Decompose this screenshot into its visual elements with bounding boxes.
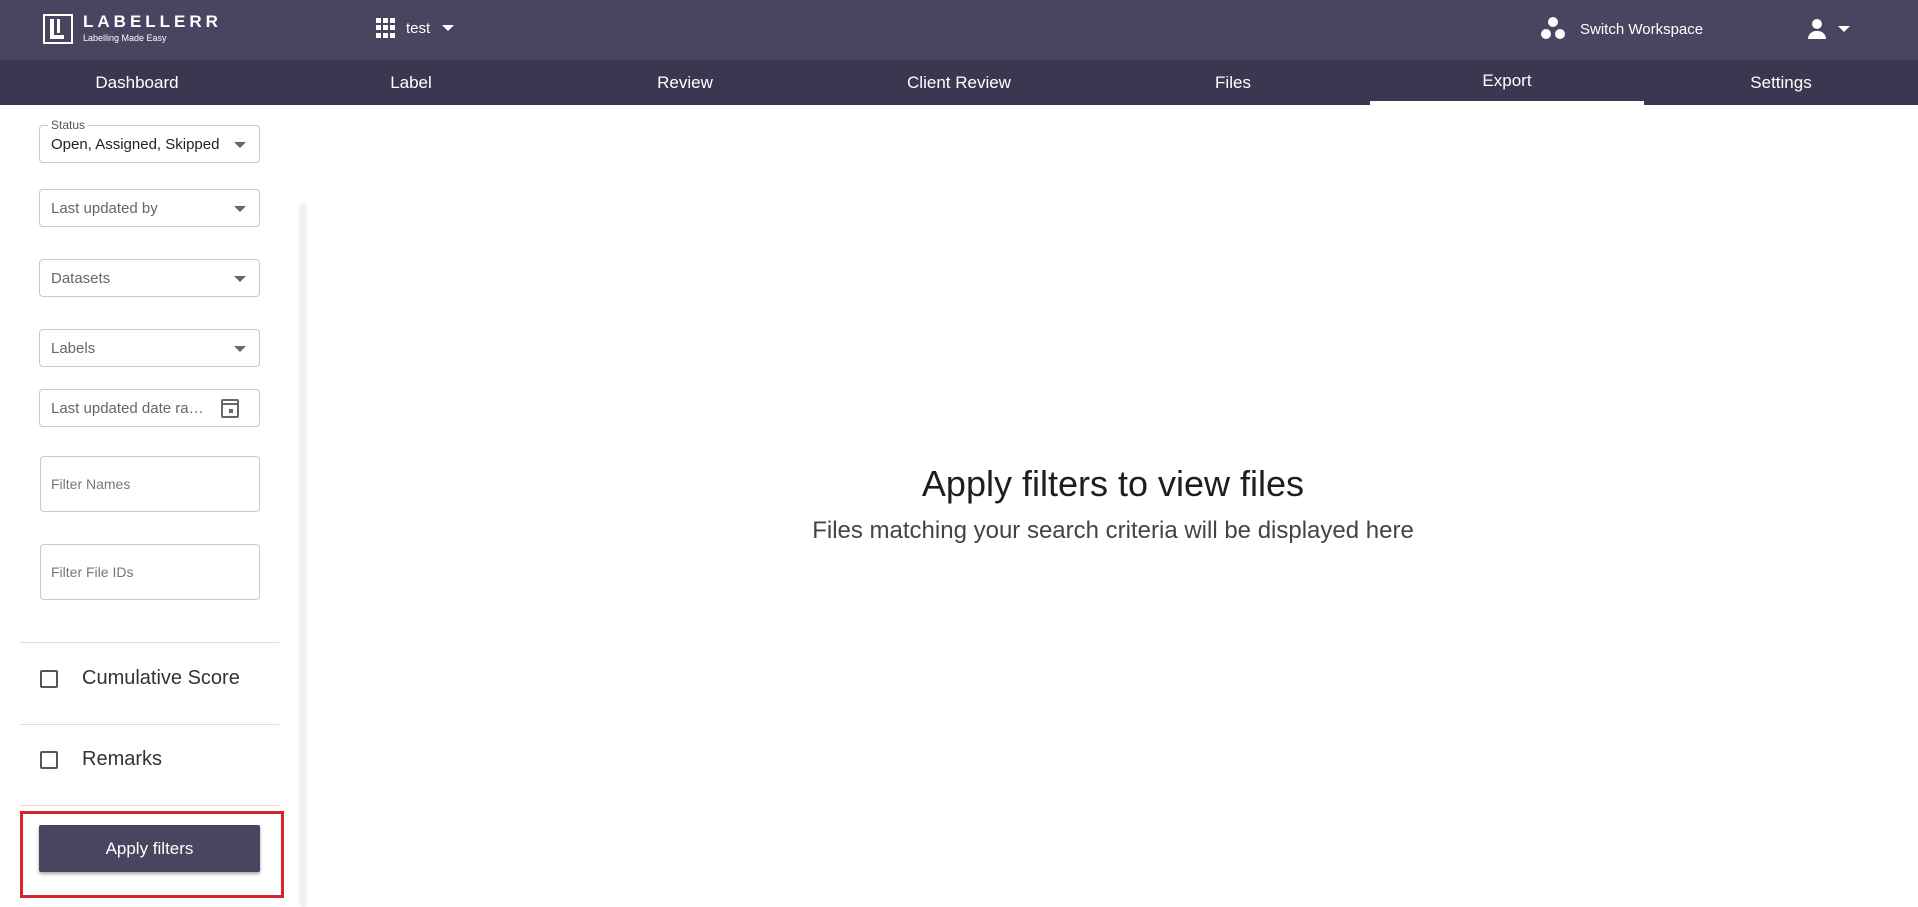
dropdown-arrow-icon: [234, 276, 246, 282]
chevron-down-icon: [1838, 26, 1850, 32]
main-nav: Dashboard Label Review Client Review Fil…: [0, 60, 1918, 105]
filter-file-ids-input[interactable]: [40, 544, 260, 600]
switch-workspace-button[interactable]: Switch Workspace: [1540, 17, 1703, 41]
divider: [20, 642, 279, 643]
cumulative-score-checkbox[interactable]: Cumulative Score: [40, 667, 240, 690]
tab-export[interactable]: Export: [1370, 60, 1644, 105]
chevron-down-icon: [442, 25, 455, 31]
logo-icon: [43, 13, 73, 44]
status-label: Status: [48, 118, 89, 132]
remarks-checkbox[interactable]: Remarks: [40, 748, 162, 771]
apply-filters-button[interactable]: Apply filters: [39, 825, 260, 872]
divider: [20, 724, 279, 725]
brand-logo[interactable]: LABELLERR Labelling Made Easy: [43, 13, 222, 44]
empty-state-subtitle: Files matching your search criteria will…: [812, 517, 1414, 544]
date-range-picker[interactable]: Last updated date range: [39, 389, 260, 427]
tab-dashboard[interactable]: Dashboard: [0, 60, 274, 105]
status-select[interactable]: Status Open, Assigned, Skipped: [39, 118, 260, 163]
sidebar-scrollbar[interactable]: [299, 203, 307, 907]
tab-label[interactable]: Label: [274, 60, 548, 105]
empty-state: Apply filters to view files Files matchi…: [700, 460, 1526, 548]
dropdown-arrow-icon: [234, 142, 246, 148]
cumulative-score-label: Cumulative Score: [82, 667, 240, 689]
labels-placeholder: Labels: [51, 339, 96, 357]
switch-workspace-label: Switch Workspace: [1580, 20, 1704, 38]
remarks-label: Remarks: [82, 748, 163, 770]
dropdown-arrow-icon: [234, 346, 246, 352]
datasets-select[interactable]: Datasets: [39, 259, 260, 297]
brand-name: LABELLERR: [83, 12, 222, 31]
date-range-placeholder: Last updated date range: [51, 399, 211, 417]
calendar-icon[interactable]: [221, 399, 239, 418]
empty-state-title: Apply filters to view files: [921, 463, 1305, 504]
datasets-placeholder: Datasets: [51, 269, 111, 287]
user-icon: [1806, 18, 1828, 40]
checkbox-box[interactable]: [40, 669, 58, 688]
apps-grid-icon: [376, 18, 396, 38]
tab-files[interactable]: Files: [1096, 60, 1370, 105]
checkbox-box[interactable]: [40, 750, 58, 769]
tab-settings[interactable]: Settings: [1644, 60, 1918, 105]
filter-sidebar: Status Open, Assigned, Skipped Last upda…: [0, 105, 310, 907]
filter-names-input[interactable]: [40, 456, 260, 512]
last-updated-by-select[interactable]: Last updated by: [39, 189, 260, 227]
status-value: Open, Assigned, Skipped: [51, 135, 220, 153]
project-selector[interactable]: test: [376, 18, 455, 38]
top-bar: LABELLERR Labelling Made Easy test Switc…: [0, 0, 1918, 60]
workspace-icon: [1540, 17, 1566, 41]
labels-select[interactable]: Labels: [39, 329, 260, 367]
divider: [20, 805, 279, 806]
brand-tagline: Labelling Made Easy: [83, 33, 167, 43]
tab-review[interactable]: Review: [548, 60, 822, 105]
project-name: test: [406, 19, 431, 37]
dropdown-arrow-icon: [234, 206, 246, 212]
tab-client-review[interactable]: Client Review: [822, 60, 1096, 105]
last-updated-by-placeholder: Last updated by: [51, 199, 158, 217]
user-menu[interactable]: [1806, 18, 1850, 40]
